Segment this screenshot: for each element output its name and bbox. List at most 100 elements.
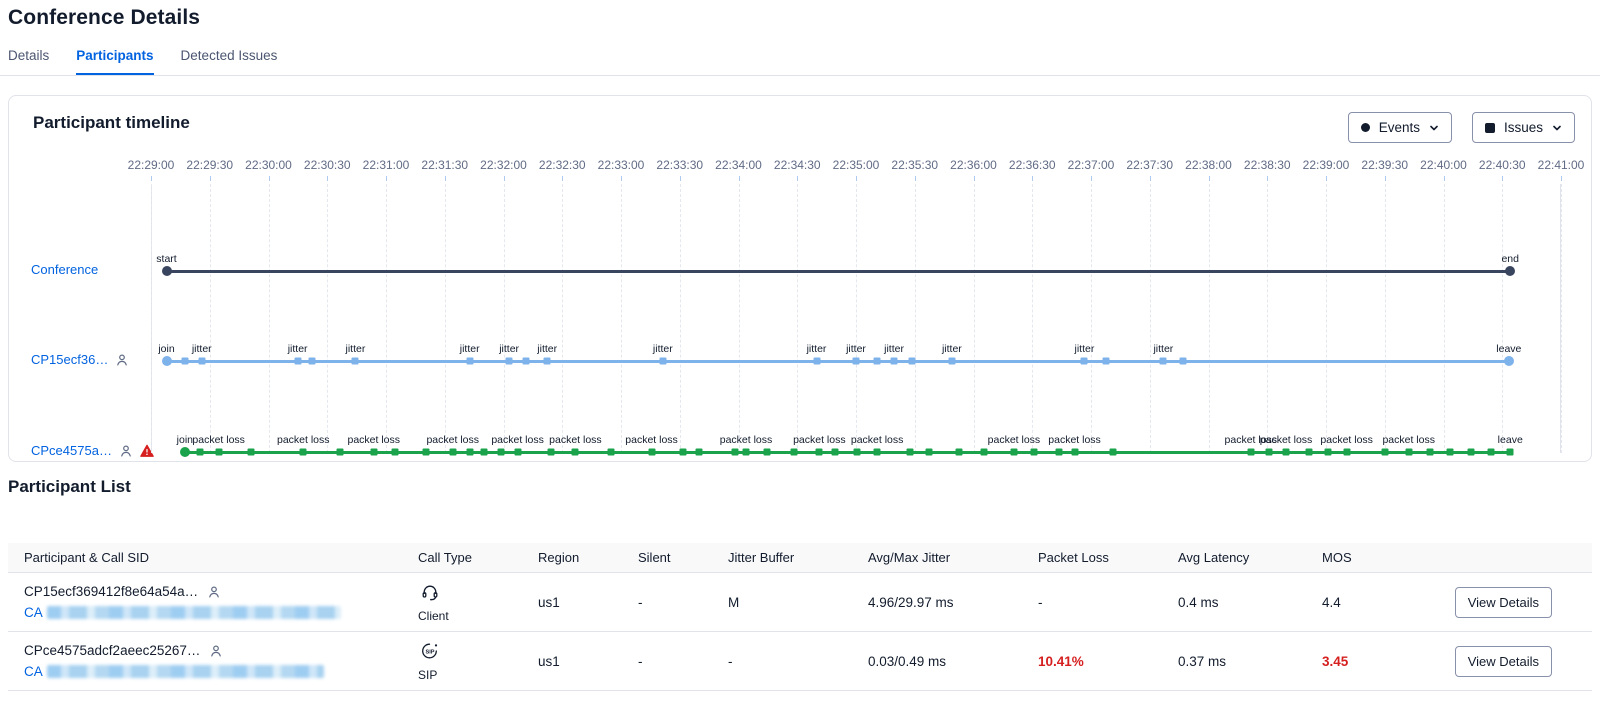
timeline-marker-packet-loss[interactable] bbox=[1283, 449, 1290, 456]
timeline-marker-leave[interactable] bbox=[1504, 356, 1514, 366]
timeline-marker[interactable] bbox=[466, 449, 473, 456]
gridline bbox=[680, 184, 681, 453]
timeline-marker[interactable] bbox=[764, 449, 771, 456]
timeline-marker-join[interactable] bbox=[162, 356, 172, 366]
timeline-marker-packet-loss[interactable] bbox=[449, 449, 456, 456]
timeline-row-link[interactable]: CPce4575a… bbox=[31, 443, 112, 458]
call-sid-link[interactable]: CA bbox=[24, 605, 43, 620]
call-sid-link[interactable]: CA bbox=[24, 664, 43, 679]
timeline-marker-label: jitter bbox=[807, 343, 827, 355]
timeline-marker-packet-loss[interactable] bbox=[1343, 449, 1350, 456]
view-details-button[interactable]: View Details bbox=[1455, 587, 1552, 618]
timeline-marker[interactable] bbox=[1030, 449, 1037, 456]
timeline-marker-packet-loss[interactable] bbox=[816, 449, 823, 456]
tab-participants[interactable]: Participants bbox=[76, 48, 153, 75]
timeline-marker[interactable] bbox=[731, 449, 738, 456]
tab-details[interactable]: Details bbox=[8, 48, 49, 75]
timeline-marker[interactable] bbox=[308, 358, 315, 365]
timeline-marker[interactable] bbox=[480, 449, 487, 456]
timeline-marker-packet-loss[interactable] bbox=[215, 449, 222, 456]
timeline-marker-leave[interactable] bbox=[1507, 449, 1514, 456]
timeline-marker[interactable] bbox=[248, 449, 255, 456]
timeline-marker-packet-loss[interactable] bbox=[648, 449, 655, 456]
timeline-marker-jitter[interactable] bbox=[948, 358, 955, 365]
axis-tick-mark bbox=[1150, 176, 1151, 181]
timeline-marker[interactable] bbox=[955, 449, 962, 456]
jitter-buffer-cell: - bbox=[728, 654, 868, 669]
timeline-marker-jitter[interactable] bbox=[853, 358, 860, 365]
tab-detected-issues[interactable]: Detected Issues bbox=[181, 48, 278, 75]
timeline-marker-packet-loss[interactable] bbox=[300, 449, 307, 456]
timeline-marker-jitter[interactable] bbox=[506, 358, 513, 365]
timeline-row-line bbox=[167, 360, 1509, 363]
timeline-marker[interactable] bbox=[1325, 449, 1332, 456]
timeline-marker-jitter[interactable] bbox=[198, 358, 205, 365]
timeline-marker-start[interactable] bbox=[162, 266, 172, 276]
timeline-marker[interactable] bbox=[497, 449, 504, 456]
timeline-marker-join[interactable] bbox=[180, 447, 190, 457]
timeline-marker[interactable] bbox=[1446, 449, 1453, 456]
timeline-marker-packet-loss[interactable] bbox=[1405, 449, 1412, 456]
timeline-marker[interactable] bbox=[981, 449, 988, 456]
timeline-marker[interactable] bbox=[422, 449, 429, 456]
timeline-marker[interactable] bbox=[1180, 358, 1187, 365]
timeline-marker-jitter[interactable] bbox=[544, 358, 551, 365]
timeline-marker-packet-loss[interactable] bbox=[514, 449, 521, 456]
timeline-marker[interactable] bbox=[1102, 358, 1109, 365]
view-details-button[interactable]: View Details bbox=[1455, 646, 1552, 677]
timeline-marker[interactable] bbox=[696, 449, 703, 456]
person-icon bbox=[119, 444, 133, 458]
timeline-marker-jitter[interactable] bbox=[466, 358, 473, 365]
timeline-marker-packet-loss[interactable] bbox=[1247, 449, 1254, 456]
gridline bbox=[269, 184, 270, 453]
timeline-marker[interactable] bbox=[1381, 449, 1388, 456]
timeline-marker-jitter[interactable] bbox=[1160, 358, 1167, 365]
axis-tick-label: 22:35:00 bbox=[833, 158, 880, 172]
timeline-marker-end[interactable] bbox=[1505, 266, 1515, 276]
timeline-marker-jitter[interactable] bbox=[659, 358, 666, 365]
timeline-marker[interactable] bbox=[523, 358, 530, 365]
timeline-marker-jitter[interactable] bbox=[891, 358, 898, 365]
timeline-marker[interactable] bbox=[391, 449, 398, 456]
timeline-marker[interactable] bbox=[1426, 449, 1433, 456]
timeline-marker[interactable] bbox=[1467, 449, 1474, 456]
timeline-row-link[interactable]: Conference bbox=[31, 262, 98, 277]
timeline-row-link[interactable]: CP15ecf36… bbox=[31, 352, 108, 367]
timeline-marker-packet-loss[interactable] bbox=[874, 449, 881, 456]
timeline-marker-jitter[interactable] bbox=[352, 358, 359, 365]
gridline bbox=[1209, 184, 1210, 453]
timeline-marker[interactable] bbox=[1305, 449, 1312, 456]
timeline-marker-packet-loss[interactable] bbox=[1010, 449, 1017, 456]
timeline-marker[interactable] bbox=[336, 449, 343, 456]
action-cell: View Details bbox=[1422, 587, 1576, 618]
timeline-marker[interactable] bbox=[679, 449, 686, 456]
timeline-marker[interactable] bbox=[906, 449, 913, 456]
timeline-marker-packet-loss[interactable] bbox=[1071, 449, 1078, 456]
timeline-marker[interactable] bbox=[197, 449, 204, 456]
timeline-marker-jitter[interactable] bbox=[813, 358, 820, 365]
timeline-marker-packet-loss[interactable] bbox=[572, 449, 579, 456]
timeline-marker[interactable] bbox=[548, 449, 555, 456]
timeline-marker[interactable] bbox=[874, 358, 881, 365]
timeline-marker[interactable] bbox=[909, 358, 916, 365]
timeline-marker[interactable] bbox=[926, 449, 933, 456]
timeline-marker[interactable] bbox=[1056, 449, 1063, 456]
timeline-marker-packet-loss[interactable] bbox=[743, 449, 750, 456]
timeline-marker-jitter[interactable] bbox=[294, 358, 301, 365]
timeline-marker[interactable] bbox=[854, 449, 861, 456]
gridline bbox=[1385, 184, 1386, 453]
timeline-marker[interactable] bbox=[1109, 449, 1116, 456]
timeline-marker[interactable] bbox=[181, 358, 188, 365]
timeline-marker-jitter[interactable] bbox=[1081, 358, 1088, 365]
timeline-marker-label: packet loss bbox=[1320, 434, 1373, 446]
timeline-marker[interactable] bbox=[831, 449, 838, 456]
axis-tick-label: 22:31:00 bbox=[363, 158, 410, 172]
silent-cell: - bbox=[638, 654, 728, 669]
axis-tick-mark bbox=[739, 176, 740, 181]
timeline-marker-packet-loss[interactable] bbox=[370, 449, 377, 456]
timeline-marker[interactable] bbox=[790, 449, 797, 456]
timeline-marker[interactable] bbox=[1487, 449, 1494, 456]
timeline-marker[interactable] bbox=[1266, 449, 1273, 456]
timeline-marker[interactable] bbox=[607, 449, 614, 456]
gridline bbox=[1032, 184, 1033, 453]
